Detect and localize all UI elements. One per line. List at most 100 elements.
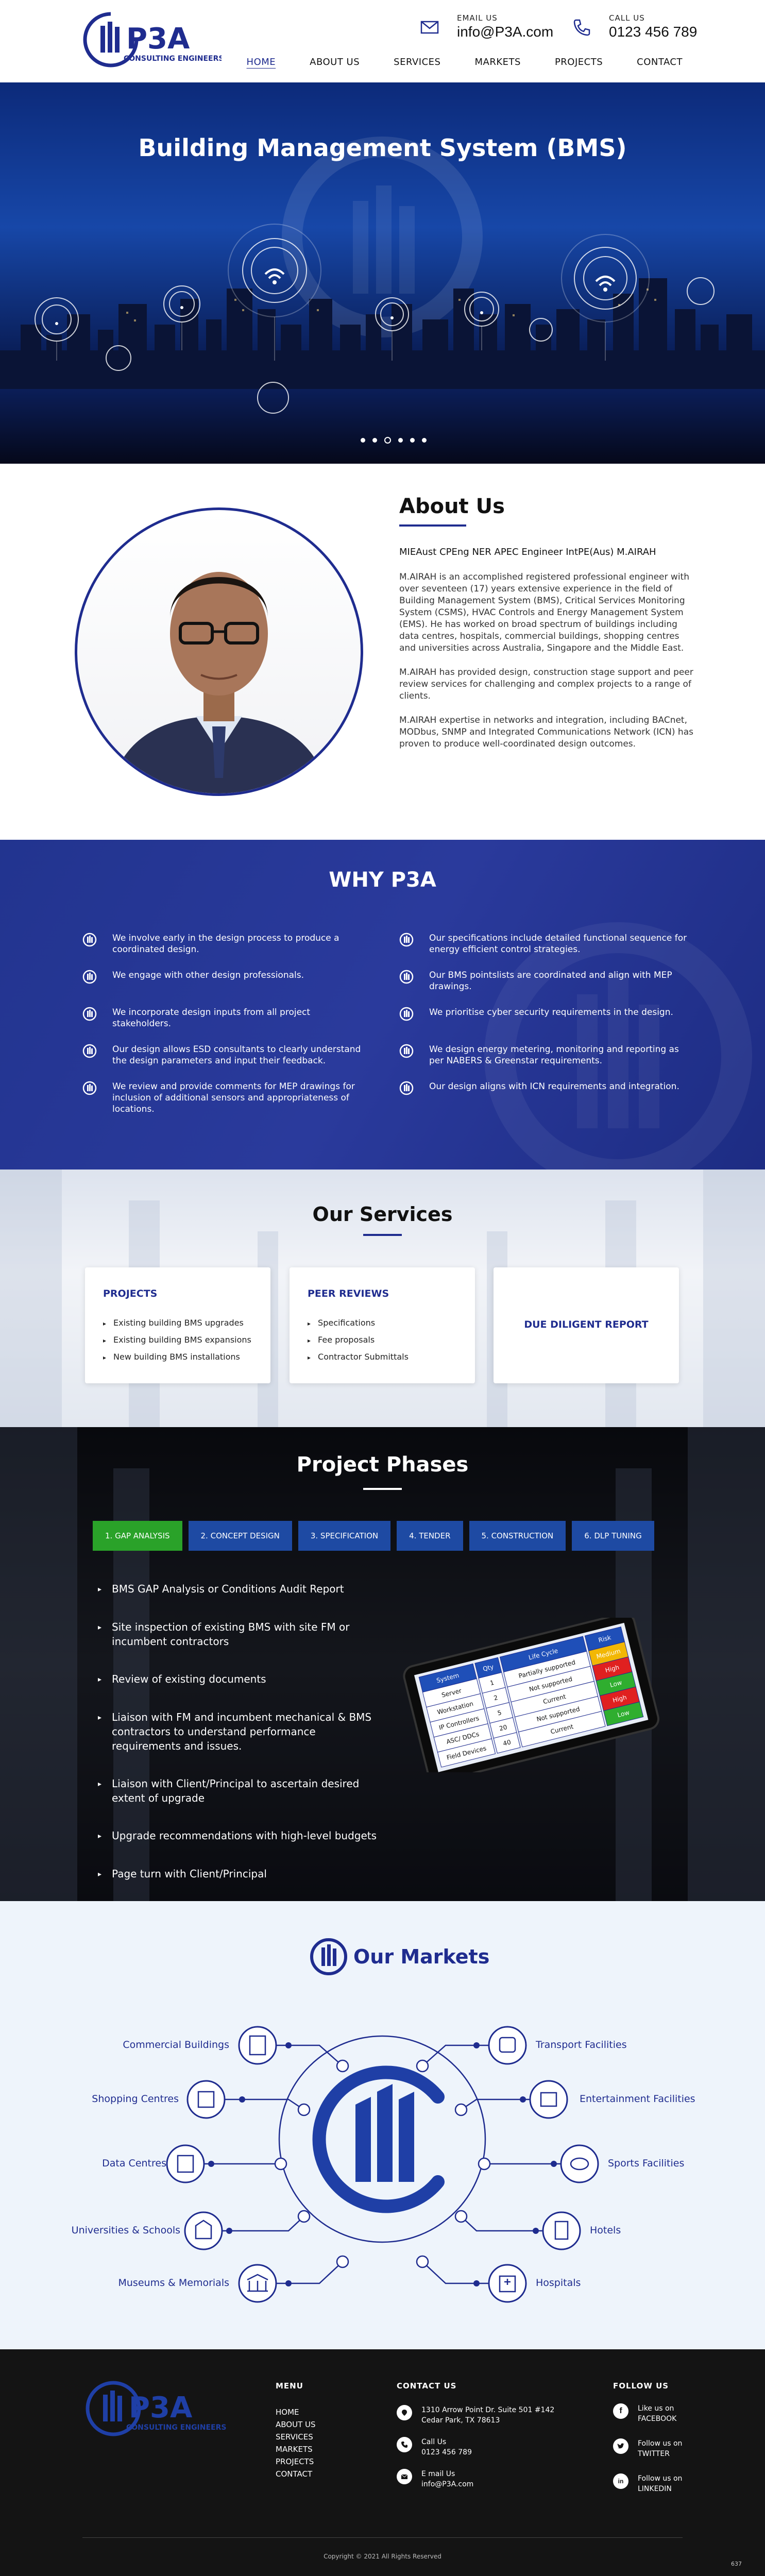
p3a-mark-icon (82, 970, 97, 984)
email-contact[interactable]: EMAIL US info@P3A.com (420, 13, 553, 40)
carousel-dot[interactable] (361, 438, 365, 443)
footer-link-services[interactable]: SERVICES (276, 2431, 316, 2443)
logo-wordmark: P3A (126, 22, 190, 56)
service-card-list: Specifications Fee proposals Contractor … (308, 1315, 409, 1366)
carousel-dot[interactable] (372, 438, 377, 443)
market-transport-facilities[interactable]: Transport Facilities (536, 2039, 627, 2050)
person-silhouette (109, 572, 329, 793)
about-title: About Us (399, 495, 505, 518)
phase-item: Upgrade recommendations with high-level … (98, 1828, 386, 1843)
p3a-mark-icon (82, 1044, 97, 1058)
email-value[interactable]: info@P3A.com (457, 24, 553, 40)
about-paragraph: M.AIRAH has provided design, constructio… (399, 667, 693, 701)
email-value[interactable]: info@P3A.com (421, 2479, 473, 2489)
footer-link-contact[interactable]: CONTACT (276, 2468, 316, 2480)
service-item: New building BMS installations (103, 1349, 251, 1366)
p3a-mark-icon (310, 1938, 347, 1975)
carousel-dot[interactable] (410, 438, 415, 443)
footer-logo-tagline: CONSULTING ENGINEERS (126, 2424, 226, 2432)
tab-concept-design[interactable]: 2. CONCEPT DESIGN (188, 1521, 292, 1551)
tab-construction[interactable]: 5. CONSTRUCTION (469, 1521, 566, 1551)
social-network: LINKEDIN (638, 2485, 672, 2493)
call-value[interactable]: 0123 456 789 (421, 2447, 472, 2458)
market-universities-schools[interactable]: Universities & Schools (72, 2225, 180, 2236)
footer-phone[interactable]: Call Us 0123 456 789 (397, 2437, 554, 2458)
p3a-logo[interactable]: P3A CONSULTING ENGINEERS (82, 11, 222, 68)
social-linkedin[interactable]: in Follow us on LINKEDIN (613, 2473, 682, 2494)
market-hotels[interactable]: Hotels (590, 2225, 621, 2236)
why-item: We review and provide comments for MEP d… (82, 1081, 371, 1115)
market-museums-memorials[interactable]: Museums & Memorials (118, 2277, 230, 2289)
nav-about-us[interactable]: ABOUT US (310, 57, 360, 67)
carousel-dot[interactable] (422, 438, 427, 443)
why-item: We prioritise cyber security requirement… (399, 1007, 688, 1039)
footer-email[interactable]: E mail Us info@P3A.com (397, 2469, 554, 2489)
nav-projects[interactable]: PROJECTS (555, 57, 603, 67)
footer-contact: 1310 Arrow Point Dr. Suite 501 #142 Cedar… (397, 2405, 554, 2501)
tab-gap-analysis[interactable]: 1. GAP ANALYSIS (93, 1521, 182, 1551)
why-text: We incorporate design inputs from all pr… (112, 1007, 311, 1029)
why-text: We involve early in the design process t… (112, 933, 339, 955)
market-shopping-centres[interactable]: Shopping Centres (92, 2093, 179, 2105)
about-paragraph: M.AIRAH expertise in networks and integr… (399, 715, 693, 749)
service-card-title: PROJECTS (103, 1288, 158, 1299)
carousel-dot[interactable] (398, 438, 403, 443)
footer-link-home[interactable]: HOME (276, 2406, 316, 2418)
nav-home[interactable]: HOME (247, 57, 276, 67)
phone-icon (573, 19, 590, 36)
social-line: Follow us on (638, 2475, 683, 2483)
footer-logo[interactable]: P3A CONSULTING ENGINEERS (82, 2380, 227, 2437)
footer-link-markets[interactable]: MARKETS (276, 2443, 316, 2455)
phase-items: BMS GAP Analysis or Conditions Audit Rep… (98, 1582, 386, 1901)
service-card-projects[interactable]: PROJECTS Existing building BMS upgrades … (85, 1267, 270, 1383)
market-entertainment-facilities[interactable]: Entertainment Facilities (580, 2093, 695, 2105)
social-twitter[interactable]: Follow us on TWITTER (613, 2438, 682, 2459)
market-sports-facilities[interactable]: Sports Facilities (608, 2158, 684, 2169)
service-item: Specifications (308, 1315, 409, 1332)
call-label: CALL US (609, 13, 645, 23)
why-title: WHY P3A (329, 868, 436, 892)
title-underline (363, 1488, 402, 1490)
service-card-title: PEER REVIEWS (308, 1288, 389, 1299)
nav-services[interactable]: SERVICES (394, 57, 440, 67)
facebook-icon: f (613, 2403, 628, 2419)
services-section: Our Services PROJECTS Existing building … (0, 1170, 765, 1427)
tab-tender[interactable]: 4. TENDER (397, 1521, 463, 1551)
social-facebook[interactable]: f Like us on FACEBOOK (613, 2403, 682, 2424)
footer-link-projects[interactable]: PROJECTS (276, 2455, 316, 2468)
nav-markets[interactable]: MARKETS (474, 57, 520, 67)
site-header: P3A CONSULTING ENGINEERS EMAIL US info@P… (0, 0, 765, 82)
service-card-due-diligent[interactable]: DUE DILIGENT REPORT (494, 1267, 679, 1383)
hero-banner: Building Management System (BMS) (0, 82, 765, 464)
nav-contact[interactable]: CONTACT (637, 57, 683, 67)
service-item: Contractor Submittals (308, 1349, 409, 1366)
call-value[interactable]: 0123 456 789 (609, 24, 697, 40)
phase-tabs: 1. GAP ANALYSIS 2. CONCEPT DESIGN 3. SPE… (93, 1521, 654, 1551)
phase-item: Page turn with Client/Principal (98, 1867, 386, 1882)
social-network: TWITTER (638, 2450, 670, 2458)
service-card-peer-reviews[interactable]: PEER REVIEWS Specifications Fee proposal… (290, 1267, 475, 1383)
social-line: Follow us on (638, 2439, 683, 2448)
about-body: MIEAust CPEng NER APEC Engineer IntPE(Au… (399, 546, 695, 762)
services-title: Our Services (312, 1203, 453, 1226)
email-label: EMAIL US (457, 13, 498, 23)
tab-specification[interactable]: 3. SPECIFICATION (298, 1521, 391, 1551)
tab-dlp-tuning[interactable]: 6. DLP TUNING (572, 1521, 654, 1551)
location-pin-icon (397, 2405, 412, 2420)
phase-item: Liaison with FM and incumbent mechanical… (98, 1710, 386, 1753)
carousel-dot-current[interactable] (384, 437, 391, 444)
p3a-mark-icon (82, 1081, 97, 1095)
phone-contact[interactable]: CALL US 0123 456 789 (572, 13, 697, 40)
market-data-centres[interactable]: Data Centres (102, 2158, 166, 2169)
footer-link-about-us[interactable]: ABOUT US (276, 2418, 316, 2431)
tablet-lifecycle-table: SystemQtyLife CycleRiskServer1Partially … (403, 1618, 659, 1772)
social-network: FACEBOOK (638, 2415, 677, 2423)
footer-menu-title: MENU (276, 2381, 303, 2391)
market-commercial-buildings[interactable]: Commercial Buildings (123, 2039, 229, 2050)
about-paragraph: M.AIRAH is an accomplished registered pr… (399, 572, 689, 653)
why-item: Our specifications include detailed func… (399, 933, 688, 964)
p3a-mark-icon (399, 970, 414, 984)
footer-contact-title: CONTACT US (397, 2381, 457, 2391)
market-hospitals[interactable]: Hospitals (536, 2277, 581, 2289)
why-item: We involve early in the design process t… (82, 933, 371, 964)
